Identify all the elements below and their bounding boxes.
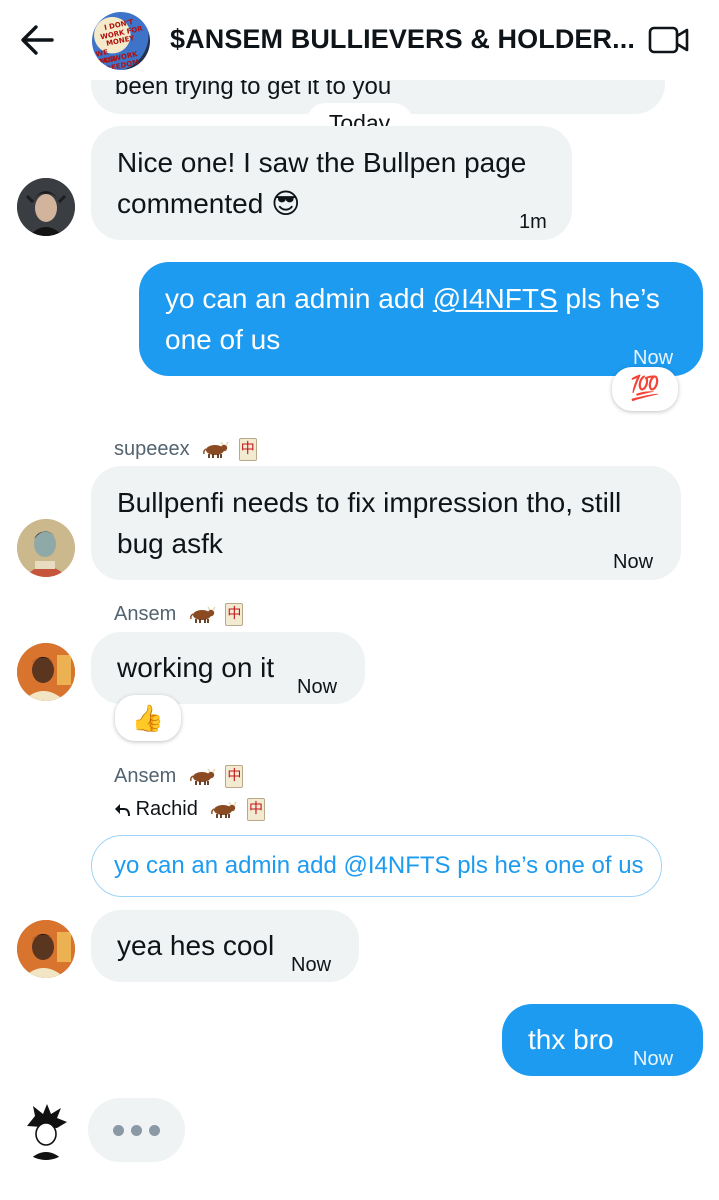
message-text: thx bro bbox=[528, 1024, 614, 1055]
message-text: pls he’s bbox=[557, 283, 660, 314]
incoming-message-bubble[interactable]: working on it Now bbox=[91, 632, 365, 704]
message-text: yo can an admin add bbox=[165, 283, 433, 314]
reaction-badge[interactable]: 👍 bbox=[115, 695, 181, 741]
chat-header: I DON'T WORK FOR MONEY WE BAGWORK FOR FR… bbox=[0, 0, 719, 80]
message-text: working on it bbox=[117, 652, 275, 683]
outgoing-message-bubble[interactable]: thx bro Now bbox=[502, 1004, 703, 1076]
sender-name-row: Ansem 中 bbox=[114, 765, 244, 789]
sender-name[interactable]: Ansem bbox=[114, 765, 176, 787]
avatar[interactable] bbox=[17, 920, 75, 978]
mention-link[interactable]: @I4NFTS bbox=[433, 283, 558, 314]
video-camera-icon[interactable] bbox=[648, 24, 690, 56]
message-text: one of us bbox=[165, 324, 281, 355]
incoming-message-bubble[interactable]: Nice one! I saw the Bullpen page comment… bbox=[91, 126, 572, 240]
arrow-left-icon[interactable] bbox=[18, 22, 56, 58]
typing-dot bbox=[113, 1125, 124, 1136]
incoming-message-bubble[interactable]: yea hes cool Now bbox=[91, 910, 359, 982]
sunglasses-emoji-icon: 😎 bbox=[271, 188, 301, 219]
cow-icon bbox=[203, 441, 229, 458]
avatar[interactable] bbox=[17, 1102, 75, 1160]
group-avatar[interactable]: I DON'T WORK FOR MONEY WE BAGWORK FOR FR… bbox=[92, 12, 150, 70]
cow-icon bbox=[211, 801, 237, 818]
message-timestamp: Now bbox=[291, 954, 332, 976]
avatar[interactable] bbox=[17, 178, 75, 236]
message-timestamp: Now bbox=[633, 1048, 674, 1070]
mahjong-tile-icon: 中 bbox=[225, 765, 244, 789]
reply-to-name: Rachid bbox=[135, 798, 198, 820]
outgoing-message-bubble[interactable]: yo can an admin add @I4NFTS pls he’s one… bbox=[139, 262, 703, 376]
hundred-points-emoji-icon: 💯 bbox=[630, 375, 660, 402]
cow-icon bbox=[189, 768, 216, 785]
message-timestamp: Now bbox=[613, 551, 654, 573]
group-title[interactable]: $ANSEM BULLIEVERS & HOLDER... bbox=[170, 24, 635, 55]
sender-name[interactable]: Ansem bbox=[114, 603, 176, 625]
reaction-badge[interactable]: 💯 bbox=[612, 367, 678, 411]
message-text: commented bbox=[117, 188, 264, 219]
mahjong-tile-icon: 中 bbox=[225, 603, 244, 627]
quoted-message[interactable]: yo can an admin add @I4NFTS pls he’s one… bbox=[91, 835, 662, 897]
message-text: Nice one! I saw the Bullpen page bbox=[117, 147, 527, 178]
message-text: bug asfk bbox=[117, 528, 223, 559]
reply-context-row[interactable]: Rachid 中 bbox=[114, 798, 265, 822]
incoming-message-bubble[interactable]: Bullpenfi needs to fix impression tho, s… bbox=[91, 466, 681, 580]
message-text: yea hes cool bbox=[117, 930, 275, 961]
avatar-portrait-icon bbox=[17, 519, 75, 577]
avatar[interactable] bbox=[17, 519, 75, 577]
cow-icon bbox=[189, 606, 216, 623]
typing-indicator bbox=[88, 1098, 185, 1162]
message-text: Bullpenfi needs to fix impression tho, s… bbox=[117, 487, 622, 518]
typing-dot bbox=[131, 1125, 142, 1136]
mahjong-tile-icon: 中 bbox=[246, 798, 265, 822]
avatar-portrait-icon bbox=[17, 178, 75, 236]
typing-dot bbox=[149, 1125, 160, 1136]
mahjong-tile-icon: 中 bbox=[238, 438, 257, 462]
sender-name[interactable]: supeeex bbox=[114, 438, 190, 460]
sender-name-row: supeeex 中 bbox=[114, 438, 257, 462]
avatar-portrait-icon bbox=[17, 643, 75, 701]
avatar-portrait-icon bbox=[17, 920, 75, 978]
message-timestamp: 1m bbox=[519, 211, 547, 233]
avatar[interactable] bbox=[17, 643, 75, 701]
thumbs-up-emoji-icon: 👍 bbox=[131, 703, 165, 733]
avatar-portrait-icon bbox=[18, 1103, 74, 1160]
reply-arrow-icon bbox=[115, 803, 130, 816]
sender-name-row: Ansem 中 bbox=[114, 603, 244, 627]
message-timestamp: Now bbox=[297, 676, 338, 698]
